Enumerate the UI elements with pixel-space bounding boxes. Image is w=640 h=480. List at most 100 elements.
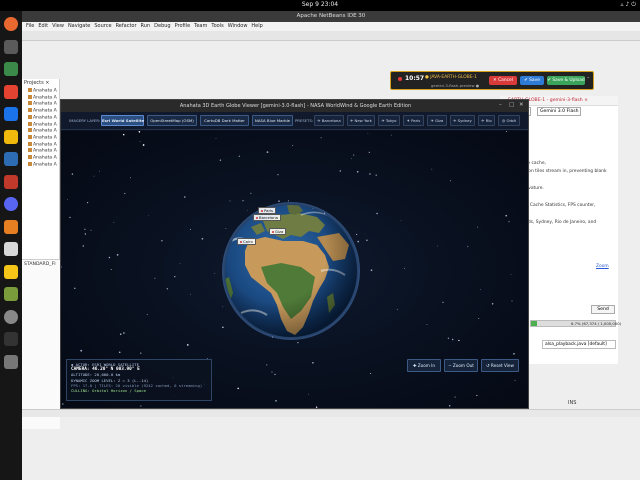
menu-edit[interactable]: Edit: [38, 22, 48, 31]
save-upload-button[interactable]: ✔ Save & Upload: [547, 76, 585, 85]
project-folder-icon: [28, 101, 32, 106]
minimize-button[interactable]: –: [587, 75, 590, 81]
menu-debug[interactable]: Debug: [154, 22, 170, 31]
star: [61, 266, 62, 268]
menu-team[interactable]: Team: [194, 22, 207, 31]
zoom-in-button[interactable]: ✚ Zoom In: [407, 359, 441, 372]
project-row[interactable]: Anahata A: [28, 121, 57, 127]
preset-tokyo-button[interactable]: ✈ Tokyo: [378, 115, 400, 126]
menu-window[interactable]: Window: [228, 22, 248, 31]
zoom-out-button[interactable]: − Zoom Out: [444, 359, 478, 372]
reset-view-button[interactable]: ↺ Reset View: [481, 359, 519, 372]
city-label-barcelona[interactable]: Barcelona: [253, 214, 281, 221]
preset-sydney-button[interactable]: ✈ Sydney: [450, 115, 475, 126]
project-row[interactable]: Anahata A: [28, 114, 57, 120]
project-row[interactable]: Anahata A: [28, 148, 57, 154]
star: [431, 168, 433, 170]
star: [376, 212, 378, 215]
layer-esri-button[interactable]: Esri World Satellite: [101, 115, 144, 126]
project-row[interactable]: Anahata A: [28, 108, 57, 114]
preset-barcelona-button[interactable]: ✈ Barcelona: [314, 115, 344, 126]
project-row[interactable]: Anahata A: [28, 128, 57, 134]
star: [404, 267, 405, 269]
binance-icon[interactable]: [4, 129, 18, 144]
close-icon[interactable]: ✕: [519, 102, 524, 108]
maximize-icon[interactable]: □: [509, 102, 514, 108]
minimize-icon[interactable]: –: [499, 102, 502, 108]
firefox-icon[interactable]: [4, 17, 18, 31]
zoom-link[interactable]: Zoom: [596, 264, 609, 269]
project-row[interactable]: Anahata A: [28, 134, 57, 140]
layer-cartodb-button[interactable]: CartoDB Dark Matter: [200, 115, 249, 126]
editor-icon[interactable]: [4, 287, 18, 301]
trash-icon[interactable]: [4, 309, 18, 324]
project-folder-icon: [28, 128, 32, 133]
city-label-cairo[interactable]: Cairo: [237, 238, 256, 245]
layer-nasa-button[interactable]: NASA Blue Marble: [252, 115, 293, 126]
star: [184, 196, 186, 198]
search-icon[interactable]: [4, 242, 18, 256]
star: [369, 173, 371, 175]
star: [351, 158, 352, 160]
anydesk-icon[interactable]: [4, 84, 18, 99]
notes-icon[interactable]: [4, 264, 18, 279]
star: [174, 275, 176, 278]
menu-navigate[interactable]: Navigate: [68, 22, 90, 31]
preset-giza-button[interactable]: ✈ Giza: [427, 115, 447, 126]
chrome-icon[interactable]: [4, 62, 18, 76]
save-button[interactable]: ✔ Save: [520, 76, 544, 85]
star: [458, 339, 460, 342]
city-marker-icon: [272, 231, 274, 233]
star: [476, 394, 478, 397]
star: [514, 379, 516, 381]
discord-icon[interactable]: [4, 197, 18, 211]
send-button[interactable]: Send: [591, 305, 615, 314]
vlc-icon[interactable]: [4, 219, 18, 234]
preset-new-york-button[interactable]: ✈ New York: [347, 115, 375, 126]
menu-view[interactable]: View: [52, 22, 64, 31]
city-label-paris[interactable]: Paris: [258, 207, 277, 214]
star: [138, 131, 141, 133]
star: [71, 173, 74, 175]
star: [166, 288, 168, 290]
project-row[interactable]: Anahata A: [28, 155, 57, 161]
preset-rio-button[interactable]: ✈ Rio: [478, 115, 495, 126]
cancel-button[interactable]: ✕ Cancel: [489, 76, 517, 85]
layer-osm-button[interactable]: OpenStreetMap (OSM): [147, 115, 197, 126]
settings-icon[interactable]: [4, 354, 18, 369]
star: [66, 199, 68, 200]
city-label-giza[interactable]: Giza: [269, 228, 287, 235]
preset-orbit-button[interactable]: ◎ Orbit: [498, 115, 520, 126]
project-folder-icon: [28, 141, 32, 146]
project-row[interactable]: Anahata A: [28, 161, 57, 167]
system-clock[interactable]: Sep 9 23:04: [0, 1, 640, 8]
menu-refactor[interactable]: Refactor: [116, 22, 137, 31]
menu-tools[interactable]: Tools: [211, 22, 223, 31]
earth-globe[interactable]: [221, 201, 361, 341]
preset-paris-button[interactable]: ✈ Paris: [403, 115, 424, 126]
globe-canvas[interactable]: Paris Barcelona Giza Cairo ◆ ACTOR: ESRI…: [61, 131, 528, 408]
star: [491, 303, 494, 305]
star: [400, 219, 402, 221]
netbeans-icon[interactable]: [4, 152, 18, 166]
active-file-select[interactable]: alsa_playback.java [default]: [542, 340, 616, 349]
star: [506, 131, 507, 132]
files-icon[interactable]: [4, 39, 18, 54]
terminal-icon[interactable]: [4, 332, 18, 346]
menu-source[interactable]: Source: [94, 22, 111, 31]
menu-profile[interactable]: Profile: [175, 22, 191, 31]
project-folder-icon: [28, 108, 32, 113]
project-row[interactable]: Anahata A: [28, 94, 57, 100]
menu-run[interactable]: Run: [141, 22, 151, 31]
system-tray[interactable]: ▵ ♪ ⏻: [621, 1, 636, 9]
menu-file[interactable]: File: [26, 22, 34, 31]
menu-help[interactable]: Help: [251, 22, 262, 31]
projects-tab[interactable]: Projects ×: [24, 80, 50, 86]
project-row[interactable]: Anahata A: [28, 141, 57, 147]
project-row[interactable]: Anahata A: [28, 101, 57, 107]
model-select[interactable]: Gemini 3.0 Flash: [537, 107, 581, 116]
project-folder-icon: [28, 148, 32, 153]
app-red-icon[interactable]: [4, 174, 18, 189]
teamviewer-icon[interactable]: [4, 107, 18, 121]
project-row[interactable]: Anahata A: [28, 88, 57, 94]
